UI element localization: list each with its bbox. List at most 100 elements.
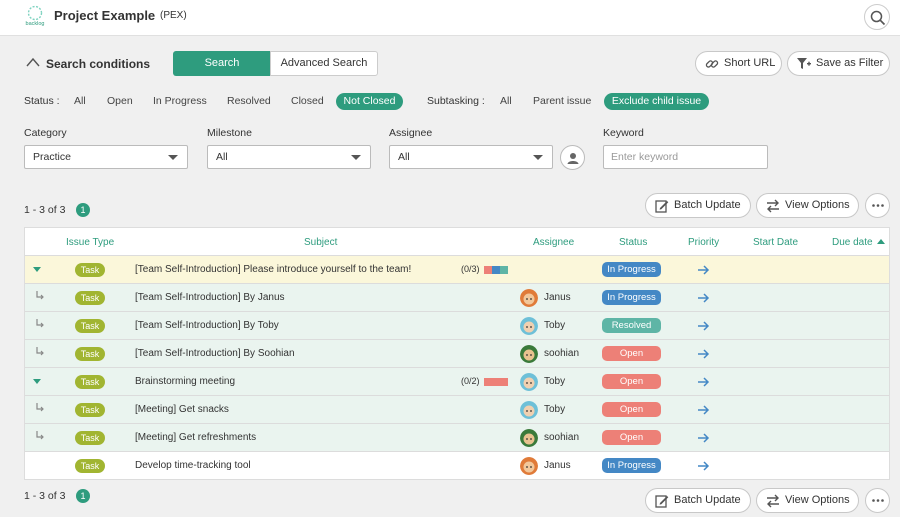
keyword-label: Keyword	[603, 127, 644, 139]
table-row[interactable]: Task [Team Self-Introduction] By Janus Jan…	[25, 283, 889, 311]
priority-normal-icon	[698, 321, 710, 331]
keyword-input[interactable]	[603, 145, 768, 169]
table-row[interactable]: Task [Team Self-Introduction] By Toby Toby…	[25, 311, 889, 339]
subtasking-option-exclude-child[interactable]: Exclude child issue	[604, 93, 709, 110]
assignee-name[interactable]: Janus	[544, 460, 571, 471]
column-header-status[interactable]: Status	[619, 237, 647, 248]
issue-type-badge: Task	[75, 459, 105, 473]
tab-search[interactable]: Search	[173, 51, 271, 76]
category-select[interactable]: Practice	[24, 145, 188, 169]
table-row[interactable]: Task [Team Self-Introduction] By Soohian s…	[25, 339, 889, 367]
batch-update-button[interactable]: Batch Update	[645, 193, 751, 218]
status-badge[interactable]: In Progress	[602, 458, 661, 473]
status-option-closed[interactable]: Closed	[291, 95, 324, 107]
assignee-select[interactable]: All	[389, 145, 553, 169]
milestone-select[interactable]: All	[207, 145, 371, 169]
expand-toggle-icon[interactable]	[33, 267, 41, 272]
status-option-not-closed[interactable]: Not Closed	[336, 93, 403, 110]
assign-to-myself-button[interactable]	[560, 145, 585, 170]
assignee-name[interactable]: soohian	[544, 348, 579, 359]
global-search-button[interactable]	[864, 4, 890, 30]
tab-advanced-search[interactable]: Advanced Search	[270, 51, 378, 76]
status-option-all[interactable]: All	[74, 95, 86, 107]
status-label: Status :	[24, 95, 60, 107]
status-option-open[interactable]: Open	[107, 95, 133, 107]
column-header-issue-type[interactable]: Issue Type	[66, 237, 114, 248]
table-row[interactable]: Task [Meeting] Get refreshments soohian Ope…	[25, 423, 889, 451]
view-options-button[interactable]: View Options	[756, 193, 859, 218]
priority-normal-icon	[698, 265, 710, 275]
page-number[interactable]: 1	[76, 203, 90, 217]
assignee-name[interactable]: Toby	[544, 320, 565, 331]
page-number-bottom[interactable]: 1	[76, 489, 90, 503]
assignee-label: Assignee	[389, 127, 433, 139]
issue-subject-link[interactable]: [Team Self-Introduction] By Janus	[135, 292, 285, 303]
assignee-name[interactable]: Toby	[544, 404, 565, 415]
edit-icon	[655, 495, 669, 508]
status-option-in-progress[interactable]: In Progress	[153, 95, 207, 107]
table-row[interactable]: Task Brainstorming meeting (0/2) Toby Open	[25, 367, 889, 395]
issue-table: Issue Type Subject Assignee Status Prior…	[24, 227, 890, 480]
priority-normal-icon	[698, 433, 710, 443]
search-conditions-title[interactable]: Search conditions	[46, 57, 150, 71]
issue-subject-link[interactable]: Brainstorming meeting	[135, 376, 235, 387]
category-value: Practice	[33, 151, 71, 163]
edit-icon	[655, 200, 669, 213]
batch-update-button-bottom[interactable]: Batch Update	[645, 488, 751, 513]
table-row[interactable]: Task [Meeting] Get snacks Toby Open	[25, 395, 889, 423]
child-issue-icon	[36, 347, 44, 356]
child-issue-icon	[36, 403, 44, 412]
status-badge[interactable]: Open	[602, 346, 661, 361]
subtask-progress-bar	[484, 266, 508, 274]
logo-wordmark: backlog	[26, 21, 45, 27]
project-title[interactable]: Project Example	[54, 8, 155, 23]
expand-toggle-icon[interactable]	[33, 379, 41, 384]
subtasking-option-parent[interactable]: Parent issue	[533, 95, 591, 107]
more-options-button[interactable]	[865, 193, 890, 218]
column-header-subject[interactable]: Subject	[304, 237, 337, 248]
status-badge[interactable]: Resolved	[602, 318, 661, 333]
status-badge[interactable]: In Progress	[602, 290, 661, 305]
issue-subject-link[interactable]: [Meeting] Get snacks	[135, 404, 229, 415]
issue-subject-link[interactable]: [Team Self-Introduction] By Toby	[135, 320, 279, 331]
priority-normal-icon	[698, 293, 710, 303]
table-row[interactable]: Task Develop time-tracking tool Janus In Pr…	[25, 451, 889, 479]
subtask-count: (0/2)	[461, 376, 480, 386]
backlog-logo[interactable]: backlog	[22, 4, 48, 28]
issue-subject-link[interactable]: [Team Self-Introduction] Please introduc…	[135, 264, 411, 275]
avatar	[520, 429, 538, 447]
status-badge[interactable]: Open	[602, 374, 661, 389]
short-url-button[interactable]: Short URL	[695, 51, 782, 76]
short-url-label: Short URL	[724, 57, 776, 69]
table-row[interactable]: Task [Team Self-Introduction] Please intr…	[25, 255, 889, 283]
issue-subject-link[interactable]: Develop time-tracking tool	[135, 460, 251, 471]
child-issue-icon	[36, 431, 44, 440]
subtasking-option-all[interactable]: All	[500, 95, 512, 107]
table-bottom-border	[25, 479, 889, 480]
status-badge[interactable]: Open	[602, 430, 661, 445]
assignee-name[interactable]: Janus	[544, 292, 571, 303]
avatar	[520, 317, 538, 335]
issue-subject-link[interactable]: [Meeting] Get refreshments	[135, 432, 256, 443]
column-header-start-date[interactable]: Start Date	[753, 237, 798, 248]
collapse-chevron-icon[interactable]	[26, 57, 40, 67]
column-header-assignee[interactable]: Assignee	[533, 237, 574, 248]
more-options-button-bottom[interactable]	[865, 488, 890, 513]
link-icon	[705, 60, 719, 68]
assignee-name[interactable]: Toby	[544, 376, 565, 387]
priority-normal-icon	[698, 349, 710, 359]
sort-ascending-icon	[876, 239, 885, 244]
issue-type-badge: Task	[75, 319, 105, 333]
avatar	[520, 457, 538, 475]
status-badge[interactable]: In Progress	[602, 262, 661, 277]
status-option-resolved[interactable]: Resolved	[227, 95, 271, 107]
status-badge[interactable]: Open	[602, 402, 661, 417]
assignee-name[interactable]: soohian	[544, 432, 579, 443]
issue-subject-link[interactable]: [Team Self-Introduction] By Soohian	[135, 348, 295, 359]
view-options-button-bottom[interactable]: View Options	[756, 488, 859, 513]
result-count-bottom: 1 - 3 of 3	[24, 490, 66, 502]
issue-type-badge: Task	[75, 375, 105, 389]
column-header-due-date[interactable]: Due date	[832, 237, 885, 248]
save-as-filter-button[interactable]: Save as Filter	[787, 51, 890, 76]
column-header-priority[interactable]: Priority	[688, 237, 719, 248]
